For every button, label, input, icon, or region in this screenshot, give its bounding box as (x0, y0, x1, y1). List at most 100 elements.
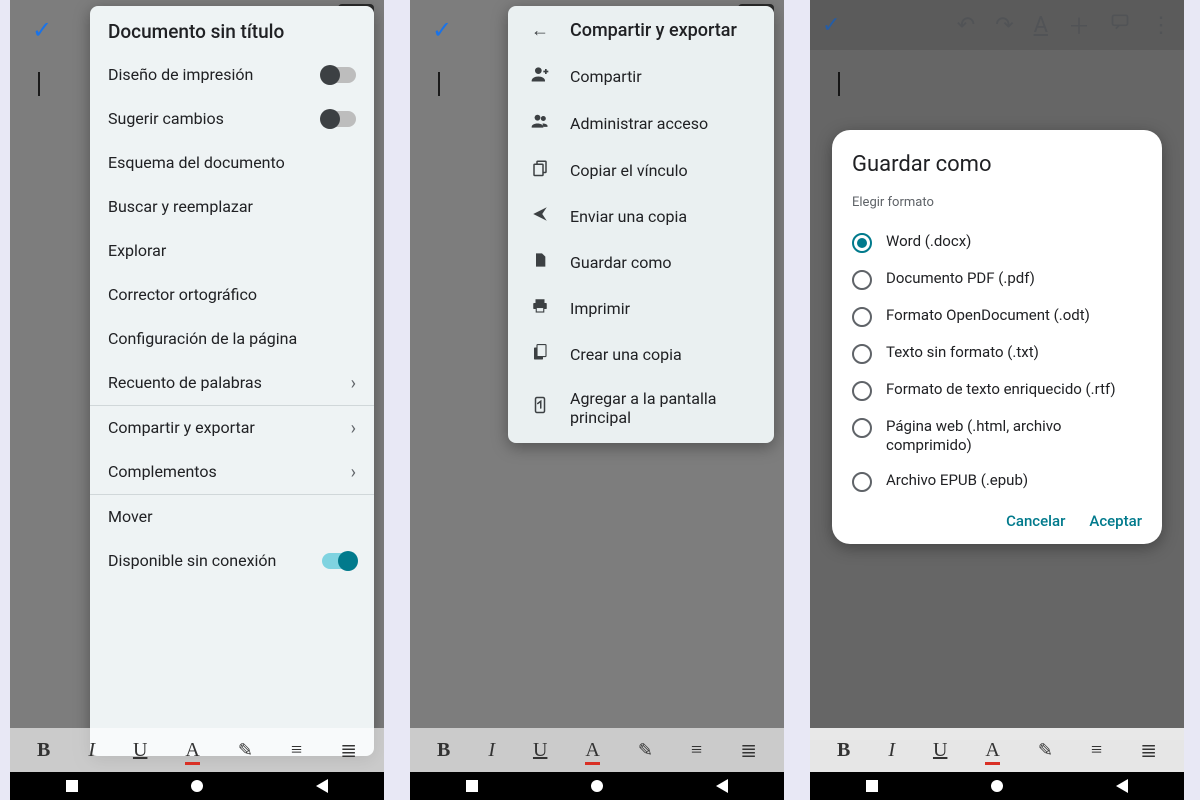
menu-item-move[interactable]: Mover (90, 495, 374, 539)
format-option-docx[interactable]: Word (.docx) (852, 224, 1142, 261)
menu-item-label: Corrector ortográfico (108, 285, 356, 304)
align-button[interactable]: ≡ (291, 739, 302, 762)
text-color-button[interactable]: A (985, 739, 999, 762)
person-add-icon (526, 64, 554, 89)
done-check-icon[interactable]: ✓ (432, 16, 452, 44)
format-option-label: Word (.docx) (886, 232, 971, 251)
toggle-on-icon[interactable] (322, 553, 356, 569)
menu-item-label: Crear una copia (570, 345, 756, 364)
menu-item-manage-access[interactable]: Administrar acceso (508, 100, 774, 147)
nav-home-icon[interactable] (591, 780, 603, 792)
menu-item-offline[interactable]: Disponible sin conexión (90, 539, 374, 583)
nav-back-icon[interactable] (716, 779, 728, 793)
highlight-button[interactable]: ✎ (638, 740, 653, 761)
highlight-button[interactable]: ✎ (1038, 740, 1053, 761)
toggle-off-icon[interactable] (322, 111, 356, 127)
format-option-label: Página web (.html, archivo comprimido) (886, 417, 1142, 455)
bold-button[interactable]: B (37, 739, 50, 762)
bold-button[interactable]: B (437, 739, 450, 762)
underline-button[interactable]: U (533, 739, 547, 762)
share-export-menu: ← Compartir y exportar Compartir Adminis… (508, 6, 774, 443)
menu-item-label: Complementos (108, 462, 343, 481)
align-button[interactable]: ≡ (1091, 739, 1102, 762)
menu-item-find-replace[interactable]: Buscar y reemplazar (90, 185, 374, 229)
highlight-button[interactable]: ✎ (238, 740, 253, 761)
overflow-menu: Documento sin título Diseño de impresión… (90, 6, 374, 756)
menu-item-suggest-changes[interactable]: Sugerir cambios (90, 97, 374, 141)
list-button[interactable]: ≣ (1140, 738, 1157, 763)
nav-back-icon[interactable] (1116, 779, 1128, 793)
accept-button[interactable]: Aceptar (1089, 512, 1142, 530)
done-check-icon[interactable]: ✓ (32, 16, 52, 44)
menu-back-row[interactable]: ← Compartir y exportar (508, 6, 774, 53)
format-option-pdf[interactable]: Documento PDF (.pdf) (852, 261, 1142, 298)
bold-button[interactable]: B (837, 739, 850, 762)
menu-item-label: Buscar y reemplazar (108, 197, 356, 216)
italic-button[interactable]: I (488, 739, 495, 762)
android-navbar (10, 772, 384, 800)
underline-button[interactable]: U (933, 739, 947, 762)
text-color-button[interactable]: A (185, 739, 199, 762)
format-option-odt[interactable]: Formato OpenDocument (.odt) (852, 298, 1142, 335)
file-icon (526, 250, 554, 275)
menu-item-label: Enviar una copia (570, 207, 756, 226)
dialog-subtitle: Elegir formato (852, 195, 1142, 210)
nav-back-icon[interactable] (316, 779, 328, 793)
menu-item-outline[interactable]: Esquema del documento (90, 141, 374, 185)
italic-button[interactable]: I (888, 739, 895, 762)
italic-button[interactable]: I (88, 739, 95, 762)
radio-icon (852, 418, 872, 438)
menu-item-word-count[interactable]: Recuento de palabras › (90, 361, 374, 405)
dialog-title: Guardar como (852, 152, 1142, 177)
cancel-button[interactable]: Cancelar (1006, 512, 1065, 530)
format-option-epub[interactable]: Archivo EPUB (.epub) (852, 463, 1142, 500)
save-as-dialog: Guardar como Elegir formato Word (.docx)… (832, 130, 1162, 544)
menu-item-share[interactable]: Compartir (508, 53, 774, 100)
menu-title: Documento sin título (90, 6, 374, 53)
menu-item-print[interactable]: Imprimir (508, 286, 774, 331)
menu-item-copy-link[interactable]: Copiar el vínculo (508, 147, 774, 194)
print-icon (526, 297, 554, 320)
radio-icon (852, 270, 872, 290)
list-button[interactable]: ≣ (740, 738, 757, 763)
text-color-button[interactable]: A (585, 739, 599, 762)
nav-home-icon[interactable] (191, 780, 203, 792)
menu-item-label: Configuración de la página (108, 329, 356, 348)
send-icon (526, 205, 554, 228)
menu-item-label: Mover (108, 507, 356, 526)
menu-item-make-copy[interactable]: Crear una copia (508, 331, 774, 378)
nav-recents-icon[interactable] (66, 780, 78, 792)
radio-icon (852, 344, 872, 364)
list-button[interactable]: ≣ (340, 738, 357, 763)
menu-item-label: Disponible sin conexión (108, 551, 322, 570)
group-icon (526, 111, 554, 136)
menu-item-page-setup[interactable]: Configuración de la página (90, 317, 374, 361)
menu-item-addons[interactable]: Complementos › (90, 450, 374, 494)
menu-item-explore[interactable]: Explorar (90, 229, 374, 273)
menu-item-save-as[interactable]: Guardar como (508, 239, 774, 286)
menu-item-label: Esquema del documento (108, 153, 356, 172)
menu-item-print-layout[interactable]: Diseño de impresión (90, 53, 374, 97)
nav-recents-icon[interactable] (866, 780, 878, 792)
nav-recents-icon[interactable] (466, 780, 478, 792)
format-option-label: Archivo EPUB (.epub) (886, 471, 1028, 490)
copy-doc-icon (526, 342, 554, 367)
menu-item-send-copy[interactable]: Enviar una copia (508, 194, 774, 239)
chevron-right-icon: › (351, 418, 356, 439)
menu-item-label: Diseño de impresión (108, 65, 322, 84)
menu-item-add-to-home[interactable]: Agregar a la pantalla principal (508, 378, 774, 443)
align-button[interactable]: ≡ (691, 739, 702, 762)
format-option-txt[interactable]: Texto sin formato (.txt) (852, 335, 1142, 372)
toggle-off-icon[interactable] (322, 67, 356, 83)
format-option-html[interactable]: Página web (.html, archivo comprimido) (852, 409, 1142, 463)
menu-item-share-export[interactable]: Compartir y exportar › (90, 406, 374, 450)
text-cursor (438, 72, 440, 96)
format-option-label: Documento PDF (.pdf) (886, 269, 1035, 288)
nav-home-icon[interactable] (991, 780, 1003, 792)
format-option-label: Texto sin formato (.txt) (886, 343, 1039, 362)
underline-button[interactable]: U (133, 739, 147, 762)
copy-link-icon (526, 158, 554, 183)
format-option-rtf[interactable]: Formato de texto enriquecido (.rtf) (852, 372, 1142, 409)
menu-item-spellcheck[interactable]: Corrector ortográfico (90, 273, 374, 317)
radio-icon (852, 307, 872, 327)
